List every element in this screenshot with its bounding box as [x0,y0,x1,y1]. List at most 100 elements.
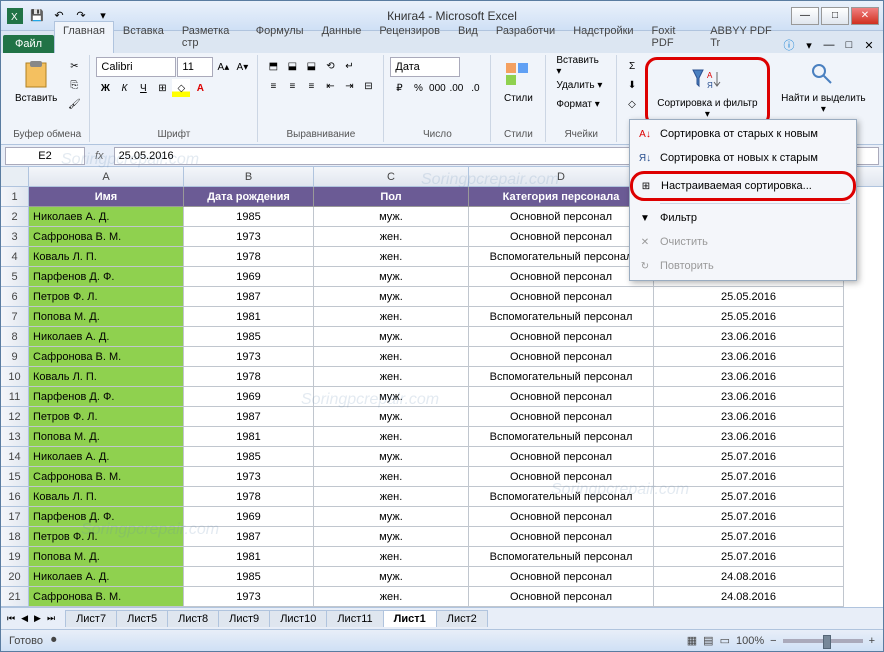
underline-icon[interactable]: Ч [134,79,152,97]
cell[interactable]: Основной персонал [469,527,654,547]
cell[interactable]: Петров Ф. Л. [29,527,184,547]
zoom-in-icon[interactable]: + [869,635,875,647]
cell[interactable]: жен. [314,307,469,327]
sheet-nav-prev-icon[interactable]: ◀ [19,613,30,624]
cell[interactable]: 1987 [184,527,314,547]
cell[interactable]: 25.07.2016 [654,447,844,467]
ribbon-tab-4[interactable]: Данные [313,21,371,53]
cell[interactable]: 23.06.2016 [654,367,844,387]
menu-sort-newest[interactable]: Я↓ Сортировка от новых к старым [632,146,854,170]
number-format-combo[interactable]: Дата [390,57,460,77]
cell[interactable]: Основной персонал [469,267,654,287]
cell[interactable]: муж. [314,207,469,227]
indent-dec-icon[interactable]: ⇤ [321,77,339,95]
cell[interactable]: Основной персонал [469,347,654,367]
view-layout-icon[interactable]: ▤ [703,634,713,647]
row-header-16[interactable]: 16 [1,487,29,507]
header-cell[interactable]: Дата рождения [184,187,314,207]
cell[interactable]: 24.08.2016 [654,587,844,607]
sheet-tab-Лист11[interactable]: Лист11 [326,610,383,627]
font-size-combo[interactable]: 11 [177,57,213,77]
cell[interactable]: Сафронова В. М. [29,347,184,367]
header-cell[interactable]: Категория персонала [469,187,654,207]
cell[interactable]: 1973 [184,347,314,367]
align-right-icon[interactable]: ≡ [302,77,320,95]
col-header-D[interactable]: D [469,167,654,186]
align-top-icon[interactable]: ⬒ [264,57,282,75]
cell[interactable]: жен. [314,367,469,387]
col-header-A[interactable]: A [29,167,184,186]
cell[interactable]: Вспомогательный персонал [469,247,654,267]
dec-decimals-icon[interactable]: .0 [466,79,484,97]
cell[interactable]: 1985 [184,447,314,467]
sheet-tab-Лист1[interactable]: Лист1 [383,610,437,627]
cell[interactable]: Вспомогательный персонал [469,427,654,447]
cell[interactable]: Основной персонал [469,587,654,607]
cell[interactable]: муж. [314,267,469,287]
menu-custom-sort[interactable]: ⊞ Настраиваемая сортировка... [633,174,853,198]
bold-icon[interactable]: Ж [96,79,114,97]
shrink-font-icon[interactable]: A▾ [233,58,251,76]
cell[interactable]: 1985 [184,207,314,227]
cell[interactable]: 1987 [184,407,314,427]
row-header-18[interactable]: 18 [1,527,29,547]
cell[interactable]: Вспомогательный персонал [469,307,654,327]
cell[interactable]: Вспомогательный персонал [469,547,654,567]
cut-icon[interactable]: ✂ [65,57,83,75]
row-header-21[interactable]: 21 [1,587,29,607]
percent-icon[interactable]: % [409,79,427,97]
cell[interactable]: 25.07.2016 [654,507,844,527]
ribbon-tab-6[interactable]: Вид [449,21,487,53]
font-color-icon[interactable]: А [191,79,209,97]
cell[interactable]: жен. [314,247,469,267]
cell[interactable]: Попова М. Д. [29,307,184,327]
row-header-7[interactable]: 7 [1,307,29,327]
cell[interactable]: муж. [314,327,469,347]
delete-cells-button[interactable]: Удалить ▾ [552,76,606,94]
comma-icon[interactable]: 000 [428,79,446,97]
minimize-button[interactable]: — [791,7,819,25]
cell[interactable]: Основной персонал [469,387,654,407]
cell[interactable]: 1985 [184,327,314,347]
cell[interactable]: 23.06.2016 [654,387,844,407]
cell[interactable]: муж. [314,447,469,467]
maximize-button[interactable]: □ [821,7,849,25]
row-header-15[interactable]: 15 [1,467,29,487]
row-header-13[interactable]: 13 [1,427,29,447]
view-pagebreak-icon[interactable]: ▭ [720,634,730,647]
name-box[interactable]: E2 [5,147,85,165]
cell[interactable]: 1985 [184,567,314,587]
select-all-corner[interactable] [1,167,29,186]
row-header-20[interactable]: 20 [1,567,29,587]
ribbon-tab-1[interactable]: Вставка [114,21,173,53]
cell[interactable]: Основной персонал [469,327,654,347]
col-header-C[interactable]: C [314,167,469,186]
cell[interactable]: Николаев А. Д. [29,567,184,587]
cell[interactable]: муж. [314,287,469,307]
cell[interactable]: Парфенов Д. Ф. [29,387,184,407]
cell[interactable]: муж. [314,507,469,527]
cell[interactable]: Николаев А. Д. [29,327,184,347]
orientation-icon[interactable]: ⟲ [321,57,339,75]
cell[interactable]: 25.07.2016 [654,487,844,507]
sheet-tab-Лист10[interactable]: Лист10 [269,610,327,627]
indent-inc-icon[interactable]: ⇥ [340,77,358,95]
cell[interactable]: Основной персонал [469,467,654,487]
ribbon-tab-5[interactable]: Рецензиров [370,21,449,53]
row-header-17[interactable]: 17 [1,507,29,527]
cell[interactable]: Сафронова В. М. [29,227,184,247]
fill-color-icon[interactable]: ◇ [172,79,190,97]
sheet-tab-Лист8[interactable]: Лист8 [167,610,219,627]
cell[interactable]: 1978 [184,247,314,267]
cell[interactable]: Сафронова В. М. [29,467,184,487]
clear-icon[interactable]: ◇ [623,95,641,113]
cell[interactable]: Основной персонал [469,507,654,527]
zoom-slider[interactable] [783,639,863,643]
cell[interactable]: Парфенов Д. Ф. [29,507,184,527]
autosum-icon[interactable]: Σ [623,57,641,75]
ribbon-tab-2[interactable]: Разметка стр [173,21,247,53]
file-tab[interactable]: Файл [3,35,54,53]
cell[interactable]: Коваль Л. П. [29,367,184,387]
ribbon-minimize-icon[interactable]: ▾ [801,37,817,53]
row-header-11[interactable]: 11 [1,387,29,407]
